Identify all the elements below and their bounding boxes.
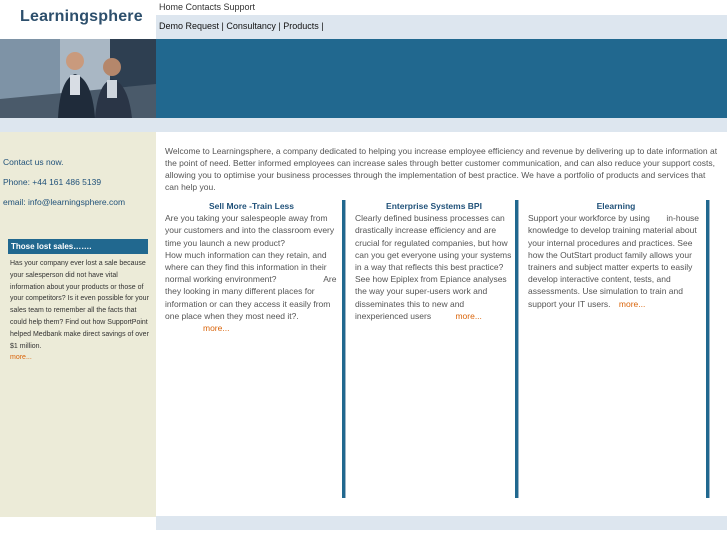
header-banner (156, 39, 727, 118)
column-text-sell-more: Are you taking your salespeople away fro… (165, 213, 340, 321)
column-divider-2-shadow (518, 200, 519, 498)
column-divider-1-shadow (345, 200, 346, 498)
column-divider-3-shadow (709, 200, 710, 498)
business-people-photo-icon (0, 39, 156, 118)
sell-more-more-link[interactable]: more... (203, 323, 229, 333)
welcome-paragraph: Welcome to Learningsphere, a company ded… (165, 146, 718, 192)
top-nav-links[interactable]: Home Contacts Support (159, 2, 255, 12)
column-title-enterprise-systems[interactable]: Enterprise Systems BPI (355, 200, 513, 212)
column-elearning: Elearning Support your workforce by usin… (528, 200, 704, 310)
column-sell-more: Sell More -Train Less Are you taking you… (165, 200, 338, 334)
lost-sales-box-title: Those lost sales……. (8, 239, 148, 254)
lost-sales-text: Has your company ever lost a sale becaus… (10, 260, 149, 350)
footer-bar (156, 516, 727, 530)
column-text-enterprise-systems: Clearly defined business processes can d… (355, 213, 512, 321)
banner-stripe (0, 118, 727, 132)
contact-us-link[interactable]: Contact us now. (3, 157, 63, 167)
elearning-more-link[interactable]: more... (619, 299, 645, 309)
lost-sales-box: Has your company ever lost a sale becaus… (10, 258, 150, 364)
column-title-sell-more[interactable]: Sell More -Train Less (165, 200, 338, 212)
column-text-elearning: Support your workforce by using in-house… (528, 213, 702, 309)
enterprise-systems-more-link[interactable]: more... (455, 311, 481, 321)
phone-number: Phone: +44 161 486 5139 (3, 177, 102, 187)
email-link[interactable]: email: info@learningsphere.com (3, 197, 125, 207)
column-title-elearning[interactable]: Elearning (528, 200, 704, 212)
column-enterprise-systems: Enterprise Systems BPI Clearly defined b… (355, 200, 513, 322)
business-people-photo (0, 39, 156, 118)
lost-sales-more-link[interactable]: more... (10, 354, 32, 361)
content-top-spacer (156, 132, 727, 140)
footer-left (0, 517, 156, 545)
sub-nav-links[interactable]: Demo Request | Consultancy | Products | (159, 21, 324, 31)
site-logo[interactable]: Learningsphere (20, 8, 143, 26)
